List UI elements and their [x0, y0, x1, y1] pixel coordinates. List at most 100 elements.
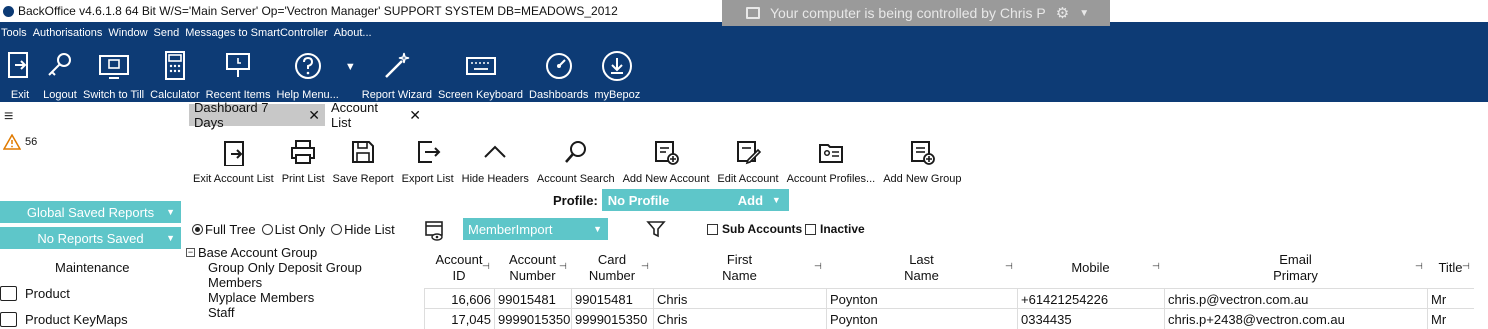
table-cell: Mr: [1427, 309, 1474, 329]
gauge-icon: [542, 49, 576, 86]
column-header-mobile[interactable]: Mobile: [1017, 248, 1164, 288]
keyboard-icon: [464, 49, 498, 86]
sidebar-item-label: Product KeyMaps: [25, 312, 128, 327]
menu-item-tools[interactable]: Tools: [1, 27, 27, 39]
tree-root[interactable]: − Base Account Group: [186, 245, 362, 260]
action-export-list[interactable]: Export List: [398, 134, 458, 185]
full-tree-radio[interactable]: Full Tree: [192, 222, 256, 237]
toolbar-button-logout[interactable]: Logout: [40, 46, 80, 102]
toolbar-button-calculator[interactable]: Calculator: [147, 46, 203, 102]
toolbar-button-help-menu[interactable]: Help Menu...: [273, 46, 341, 102]
table-cell: 9999015350: [571, 309, 653, 329]
action-exit-account-list[interactable]: Exit Account List: [189, 134, 278, 185]
saved-reports-dropdown[interactable]: No Reports Saved ▼: [0, 227, 181, 249]
sub-accounts-checkbox[interactable]: Sub Accounts: [707, 222, 802, 236]
pin-icon[interactable]: ⊣: [814, 261, 822, 272]
column-header-line1: Last: [909, 252, 934, 267]
toolbar-button-screen-keyboard[interactable]: Screen Keyboard: [435, 46, 526, 102]
help-menu-dropdown-arrow[interactable]: ▼: [342, 46, 359, 102]
pin-icon[interactable]: ⊣: [1462, 261, 1470, 272]
sidebar-item-product-keymaps[interactable]: Product KeyMaps: [0, 312, 128, 327]
column-header-line1: Account: [509, 252, 556, 267]
column-header-line1: Account: [435, 252, 483, 267]
menu-item-authorisations[interactable]: Authorisations: [33, 27, 103, 39]
tab-dashboard-7-days[interactable]: Dashboard 7 Days ✕: [189, 100, 325, 130]
tree-node[interactable]: Group Only Deposit Group: [186, 260, 362, 275]
mybepoz-icon: [600, 49, 634, 86]
member-import-dropdown[interactable]: MemberImport ▼: [463, 218, 608, 240]
pin-icon[interactable]: ⊣: [482, 261, 490, 272]
tree-node[interactable]: Staff: [186, 305, 362, 320]
table-cell: 99015481: [571, 289, 653, 309]
menu-item-send[interactable]: Send: [154, 27, 180, 39]
global-saved-reports-dropdown[interactable]: Global Saved Reports ▼: [0, 201, 181, 223]
pin-icon[interactable]: ⊣: [559, 261, 567, 272]
radio-circle: [192, 224, 203, 235]
column-header-line2: Number: [509, 268, 556, 283]
action-save-report[interactable]: Save Report: [329, 134, 398, 185]
list-only-radio[interactable]: List Only: [261, 222, 325, 237]
menu-item-window[interactable]: Window: [108, 27, 147, 39]
table-cell: Chris: [653, 309, 826, 329]
table-row[interactable]: 16,606 99015481 99015481 Chris Poynton +61421…: [424, 288, 1474, 309]
tree-node[interactable]: Members: [186, 275, 362, 290]
action-account-search[interactable]: Account Search: [533, 134, 619, 185]
table-cell: +61421254226: [1017, 289, 1164, 309]
hide-list-radio[interactable]: Hide List: [331, 222, 395, 237]
pin-icon[interactable]: ⊣: [641, 261, 649, 272]
checkbox-label: Sub Accounts: [722, 222, 803, 236]
radio-circle: [331, 224, 343, 235]
inactive-checkbox[interactable]: Inactive: [805, 222, 865, 236]
column-header-line2: Primary: [1273, 268, 1318, 283]
hamburger-menu-icon[interactable]: ≡: [4, 108, 13, 126]
column-header-label: Email Primary: [1273, 252, 1318, 284]
close-tab-icon[interactable]: ✕: [308, 107, 320, 124]
chevron-down-icon: ▼: [166, 207, 175, 217]
add-profile-button[interactable]: Add: [738, 193, 763, 208]
chevron-down-icon[interactable]: ▼: [1079, 8, 1089, 19]
menu-item-messages-to-smartcontroller[interactable]: Messages to SmartController: [185, 27, 327, 39]
checkbox-box: [707, 223, 718, 235]
gear-icon[interactable]: ⚙: [1056, 4, 1069, 22]
keymaps-icon: [0, 312, 17, 327]
column-header-last-name[interactable]: Last Name: [826, 248, 1017, 288]
menu-bar: Tools Authorisations Window Send Messages to…: [0, 24, 372, 42]
toolbar-button-switch-to-till[interactable]: Switch to Till: [80, 46, 147, 102]
action-account-profiles[interactable]: Account Profiles...: [783, 134, 880, 185]
view-columns-icon[interactable]: [424, 220, 446, 247]
filter-icon[interactable]: [646, 219, 666, 244]
action-label: Add New Group: [883, 173, 962, 185]
search-icon: [562, 138, 590, 169]
profile-value: No Profile: [607, 192, 670, 208]
table-cell: chris.p+2438@vectron.com.au: [1164, 309, 1427, 329]
table-row[interactable]: 17,045 9999015350 9999015350 Chris Poynton 03…: [424, 308, 1474, 329]
pin-icon[interactable]: ⊣: [1005, 261, 1013, 272]
toolbar-button-dashboards[interactable]: Dashboards: [526, 46, 591, 102]
toolbar-button-recent-items[interactable]: Recent Items: [203, 46, 274, 102]
collapse-icon[interactable]: −: [186, 248, 195, 257]
column-header-email-primary[interactable]: Email Primary: [1164, 248, 1427, 288]
chevron-down-icon: ▼: [593, 224, 602, 234]
profile-dropdown[interactable]: No Profile Add ▼: [601, 189, 789, 211]
toolbar-button-report-wizard[interactable]: Report Wizard: [359, 46, 435, 102]
sidebar-item-product[interactable]: Product: [0, 286, 70, 301]
toolbar-button-exit[interactable]: Exit: [0, 46, 40, 102]
exit-icon: [3, 49, 37, 86]
action-label: Hide Headers: [461, 173, 529, 185]
tab-label: Account List: [331, 100, 378, 130]
close-tab-icon[interactable]: ✕: [409, 107, 421, 124]
tree-node[interactable]: Myplace Members: [186, 290, 362, 305]
printer-icon: [289, 138, 317, 169]
tab-account-list[interactable]: Account List ✕: [326, 100, 426, 130]
column-header-first-name[interactable]: First Name: [653, 248, 826, 288]
action-add-new-group[interactable]: Add New Group: [879, 134, 965, 185]
menu-item-about[interactable]: About...: [334, 27, 372, 39]
pin-icon[interactable]: ⊣: [1415, 261, 1423, 272]
action-add-new-account[interactable]: Add New Account: [619, 134, 714, 185]
toolbar-button-mybepoz[interactable]: myBepoz: [591, 46, 643, 102]
action-hide-headers[interactable]: Hide Headers: [458, 134, 533, 185]
alert-indicator[interactable]: 56: [3, 134, 37, 150]
action-edit-account[interactable]: Edit Account: [713, 134, 782, 185]
pin-icon[interactable]: ⊣: [1152, 261, 1160, 272]
action-print-list[interactable]: Print List: [278, 134, 329, 185]
